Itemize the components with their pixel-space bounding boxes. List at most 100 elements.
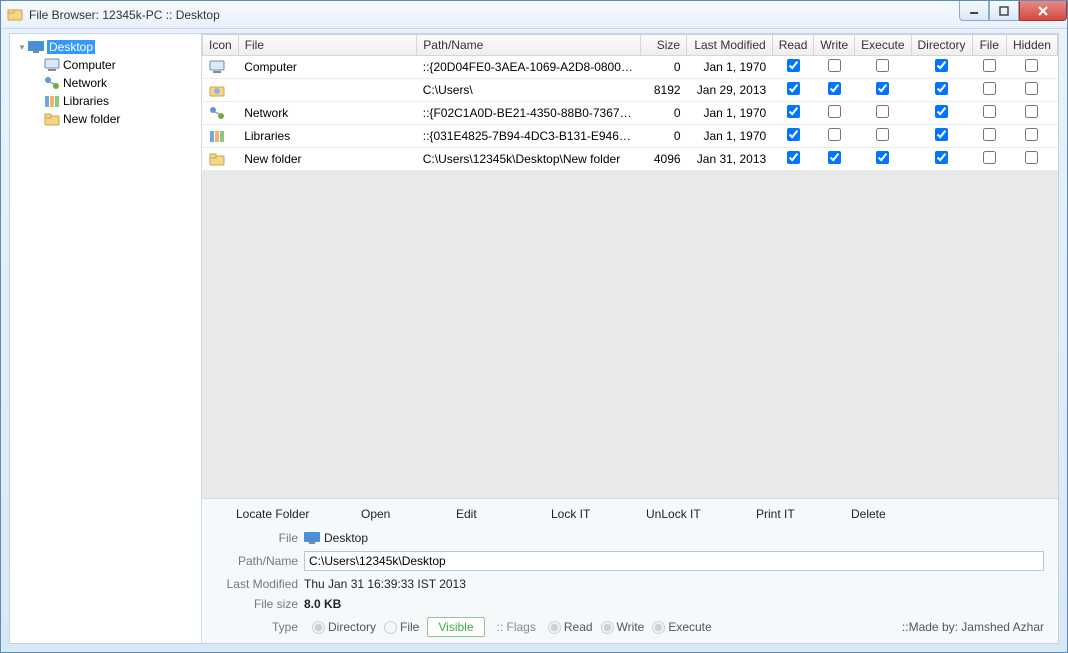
radio-write[interactable]: Write: [601, 620, 645, 634]
grid-checkbox[interactable]: [1025, 82, 1038, 95]
tree-label: Desktop: [47, 40, 95, 54]
row-icon: [203, 148, 239, 171]
tree-item-new-folder[interactable]: New folder: [14, 110, 197, 128]
window-controls: [959, 1, 1067, 21]
radio-file-input[interactable]: [384, 621, 397, 634]
action-edit[interactable]: Edit: [456, 507, 551, 521]
col-icon[interactable]: Icon: [203, 35, 239, 56]
grid-checkbox[interactable]: [787, 151, 800, 164]
table-row[interactable]: C:\Users\8192Jan 29, 2013: [203, 79, 1058, 102]
titlebar[interactable]: File Browser: 12345k-PC :: Desktop: [1, 1, 1067, 29]
grid-checkbox[interactable]: [876, 82, 889, 95]
tree-item-computer[interactable]: Computer: [14, 56, 197, 74]
radio-directory-input[interactable]: [312, 621, 325, 634]
close-button[interactable]: [1019, 1, 1067, 21]
col-size[interactable]: Size: [641, 35, 687, 56]
grid-checkbox[interactable]: [935, 105, 948, 118]
row-modified: Jan 31, 2013: [687, 148, 773, 171]
grid-checkbox[interactable]: [787, 128, 800, 141]
table-row[interactable]: New folderC:\Users\12345k\Desktop\New fo…: [203, 148, 1058, 171]
row-modified: Jan 1, 1970: [687, 102, 773, 125]
col-hidden[interactable]: Hidden: [1006, 35, 1057, 56]
grid-checkbox[interactable]: [787, 105, 800, 118]
radio-read[interactable]: Read: [548, 620, 593, 634]
value-file: Desktop: [324, 531, 368, 545]
grid-checkbox[interactable]: [828, 105, 841, 118]
grid-checkbox[interactable]: [935, 59, 948, 72]
label-size: File size: [216, 597, 298, 611]
radio-directory[interactable]: Directory: [312, 620, 376, 634]
radio-read-input[interactable]: [548, 621, 561, 634]
grid-checkbox[interactable]: [983, 128, 996, 141]
grid-checkbox[interactable]: [828, 82, 841, 95]
col-modified[interactable]: Last Modified: [687, 35, 773, 56]
grid-checkbox[interactable]: [935, 128, 948, 141]
action-delete[interactable]: Delete: [851, 507, 946, 521]
label-modified: Last Modified: [216, 577, 298, 591]
grid-checkbox[interactable]: [983, 105, 996, 118]
grid-checkbox[interactable]: [876, 128, 889, 141]
grid-checkbox[interactable]: [828, 59, 841, 72]
minimize-button[interactable]: [959, 1, 989, 21]
tree-item-libraries[interactable]: Libraries: [14, 92, 197, 110]
value-size: 8.0 KB: [304, 597, 341, 611]
file-grid-wrap[interactable]: Icon File Path/Name Size Last Modified R…: [202, 34, 1058, 498]
col-file2[interactable]: File: [972, 35, 1006, 56]
grid-checkbox[interactable]: [1025, 151, 1038, 164]
grid-checkbox[interactable]: [983, 82, 996, 95]
label-path: Path/Name: [216, 554, 298, 568]
action-locate[interactable]: Locate Folder: [236, 507, 361, 521]
details-panel: Locate Folder Open Edit Lock IT UnLock I…: [202, 498, 1058, 643]
radio-write-input[interactable]: [601, 621, 614, 634]
row-path: C:\Users\: [417, 79, 641, 102]
window-title: File Browser: 12345k-PC :: Desktop: [29, 8, 220, 22]
grid-checkbox[interactable]: [876, 151, 889, 164]
row-modified: Jan 1, 1970: [687, 125, 773, 148]
visible-button[interactable]: Visible: [427, 617, 484, 637]
info-path: Path/Name: [216, 551, 1044, 571]
grid-checkbox[interactable]: [1025, 128, 1038, 141]
grid-checkbox[interactable]: [983, 151, 996, 164]
radio-execute-input[interactable]: [652, 621, 665, 634]
info-modified: Last Modified Thu Jan 31 16:39:33 IST 20…: [216, 577, 1044, 591]
grid-checkbox[interactable]: [935, 82, 948, 95]
app-window: File Browser: 12345k-PC :: Desktop ▾ Des…: [0, 0, 1068, 653]
maximize-button[interactable]: [989, 1, 1019, 21]
radio-file[interactable]: File: [384, 620, 419, 634]
col-execute[interactable]: Execute: [855, 35, 911, 56]
row-file: [238, 79, 417, 102]
col-read[interactable]: Read: [772, 35, 814, 56]
col-path[interactable]: Path/Name: [417, 35, 641, 56]
action-lock[interactable]: Lock IT: [551, 507, 646, 521]
grid-checkbox[interactable]: [828, 128, 841, 141]
grid-checkbox[interactable]: [876, 59, 889, 72]
right-pane: Icon File Path/Name Size Last Modified R…: [202, 34, 1058, 643]
grid-checkbox[interactable]: [787, 59, 800, 72]
radio-execute[interactable]: Execute: [652, 620, 711, 634]
tree-item-network[interactable]: Network: [14, 74, 197, 92]
table-row[interactable]: Network::{F02C1A0D-BE21-4350-88B0-7367FC…: [203, 102, 1058, 125]
col-directory[interactable]: Directory: [911, 35, 972, 56]
grid-checkbox[interactable]: [828, 151, 841, 164]
grid-checkbox[interactable]: [1025, 59, 1038, 72]
col-file[interactable]: File: [238, 35, 417, 56]
action-unlock[interactable]: UnLock IT: [646, 507, 756, 521]
table-row[interactable]: Libraries::{031E4825-7B94-4DC3-B131-E946…: [203, 125, 1058, 148]
table-row[interactable]: Computer::{20D04FE0-3AEA-1069-A2D8-08002…: [203, 56, 1058, 79]
tree-root-desktop[interactable]: ▾ Desktop: [14, 38, 197, 56]
grid-checkbox[interactable]: [983, 59, 996, 72]
grid-checkbox[interactable]: [935, 151, 948, 164]
tree-expand-icon[interactable]: ▾: [16, 42, 28, 53]
folder-tree[interactable]: ▾ Desktop Computer Network Libraries: [10, 34, 202, 643]
grid-checkbox[interactable]: [787, 82, 800, 95]
grid-checkbox[interactable]: [876, 105, 889, 118]
row-size: 0: [641, 102, 687, 125]
path-input[interactable]: [304, 551, 1044, 571]
action-open[interactable]: Open: [361, 507, 456, 521]
col-write[interactable]: Write: [814, 35, 855, 56]
grid-checkbox[interactable]: [1025, 105, 1038, 118]
action-print[interactable]: Print IT: [756, 507, 851, 521]
libraries-icon: [44, 93, 60, 109]
row-file: Libraries: [238, 125, 417, 148]
computer-icon: [44, 57, 60, 73]
